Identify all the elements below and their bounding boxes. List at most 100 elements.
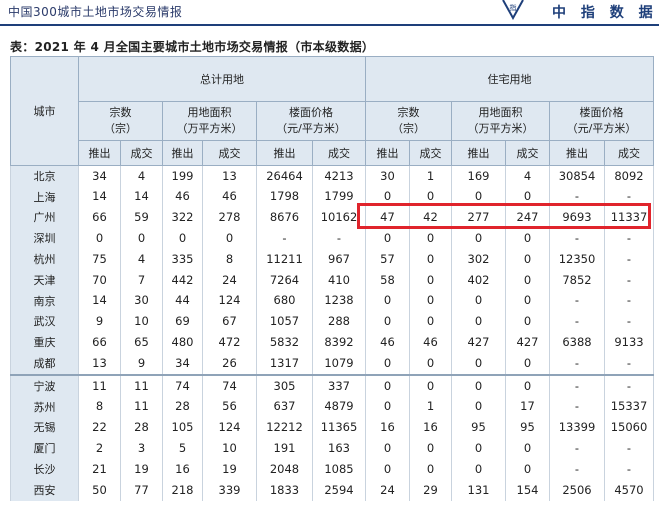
table-cell: - — [549, 228, 605, 250]
table-cell: 4 — [120, 249, 163, 270]
table-row: 宁波 11 11 74 74 305 337 0 0 0 0- - — [10, 373, 654, 397]
table-cell: 24 — [365, 479, 410, 501]
header-area-total: 用地面积 （万平方米） — [162, 101, 257, 141]
city-name: 苏州 — [10, 396, 79, 418]
group-header-residential: 住宅用地 — [365, 56, 654, 102]
table-cell: - — [312, 228, 366, 250]
table-cell: 22 — [78, 417, 121, 439]
city-name: 成都 — [10, 353, 79, 375]
subheader-deal: 成交 — [604, 140, 654, 166]
land-market-table: 城市 总计用地 住宅用地 宗数 （宗） 用地面积 （万平方米） 楼面价格 （元/平方米… — [10, 56, 654, 501]
table-cell: - — [549, 373, 605, 397]
table-cell: 0 — [409, 290, 452, 312]
table-cell: 427 — [451, 332, 506, 354]
table-cell: 74 — [202, 373, 257, 397]
table-cell: 19 — [202, 459, 257, 480]
table-cell: 322 — [162, 207, 203, 229]
city-name: 杭州 — [10, 249, 79, 270]
table-cell: 44 — [162, 290, 203, 312]
table-cell: 13 — [78, 353, 121, 375]
table-cell: 50 — [78, 479, 121, 501]
city-name: 广州 — [10, 207, 79, 229]
table-cell: 1 — [409, 164, 452, 187]
table-cell: 680 — [256, 290, 313, 312]
table-cell: 410 — [312, 269, 366, 291]
header-price-total: 楼面价格 （元/平方米） — [256, 101, 366, 141]
table-cell: 7 — [120, 269, 163, 291]
table-cell: 34 — [162, 353, 203, 375]
table-cell: 0 — [451, 396, 506, 418]
table-cell: 1238 — [312, 290, 366, 312]
table-cell: - — [604, 290, 654, 312]
table-cell: 29 — [409, 479, 452, 501]
table-cell: 17 — [505, 396, 550, 418]
table-cell: 0 — [505, 249, 550, 270]
city-name: 北京 — [10, 164, 79, 187]
table-cell: 0 — [451, 186, 506, 208]
table-cell: 1317 — [256, 353, 313, 375]
header-divider — [0, 24, 659, 26]
table-cell: 11211 — [256, 249, 313, 270]
table-cell: 1085 — [312, 459, 366, 480]
table-cell: - — [549, 396, 605, 418]
table-cell: 47 — [365, 207, 410, 229]
table-cell: - — [549, 438, 605, 460]
table-cell: 0 — [451, 438, 506, 460]
table-cell: 1799 — [312, 186, 366, 208]
table-cell: 30854 — [549, 164, 605, 187]
table-cell: 14 — [78, 186, 121, 208]
subheader-push: 推出 — [549, 140, 605, 166]
table-cell: 0 — [451, 290, 506, 312]
table-cell: 637 — [256, 396, 313, 418]
table-cell: 11 — [120, 373, 163, 397]
table-cell: 472 — [202, 332, 257, 354]
table-row: 深圳 0 0 0 0- -0 0 0 0- - — [10, 228, 654, 250]
table-cell: 0 — [78, 228, 121, 250]
city-name: 宁波 — [10, 373, 79, 397]
city-name: 重庆 — [10, 332, 79, 354]
table-cell: 19 — [120, 459, 163, 480]
table-cell: 11365 — [312, 417, 366, 439]
table-cell: 0 — [505, 269, 550, 291]
table-cell: 0 — [505, 290, 550, 312]
table-cell: 0 — [451, 459, 506, 480]
table-cell: 66 — [78, 332, 121, 354]
city-name: 无锡 — [10, 417, 79, 439]
city-name: 厦门 — [10, 438, 79, 460]
table-cell: 46 — [365, 332, 410, 354]
table-cell: 1798 — [256, 186, 313, 208]
table-row: 西安 50 77 218 339 1833 2594 24 29 131 154 2506 4570 — [10, 479, 654, 501]
table-row: 苏州 8 11 28 56 637 4879 0 1 0 17-15337 — [10, 396, 654, 418]
table-cell: 1833 — [256, 479, 313, 501]
table-row: 成都 13 9 34 26 1317 1079 0 0 0 0- - — [10, 353, 654, 375]
table-cell: 57 — [365, 249, 410, 270]
table-cell: 75 — [78, 249, 121, 270]
table-cell: 4 — [120, 164, 163, 187]
table-row: 无锡 22 28 105 124 12212 11365 16 16 95 95 13399 15060 — [10, 417, 654, 439]
table-cell: 9133 — [604, 332, 654, 354]
table-cell: - — [549, 459, 605, 480]
table-cell: 42 — [409, 207, 452, 229]
table-cell: 0 — [162, 228, 203, 250]
table-cell: 24 — [202, 269, 257, 291]
table-cell: 0 — [365, 353, 410, 375]
table-cell: 163 — [312, 438, 366, 460]
subheader-push: 推出 — [256, 140, 313, 166]
table-cell: 0 — [451, 228, 506, 250]
table-cell: 28 — [162, 396, 203, 418]
table-cell: 124 — [202, 417, 257, 439]
table-cell: 0 — [451, 373, 506, 397]
table-cell: 0 — [409, 186, 452, 208]
table-cell: 7852 — [549, 269, 605, 291]
table-cell: 9 — [78, 311, 121, 333]
table-cell: 0 — [505, 353, 550, 375]
table-cell: 2 — [78, 438, 121, 460]
table-cell: 74 — [162, 373, 203, 397]
table-cell: 191 — [256, 438, 313, 460]
table-cell: 0 — [505, 311, 550, 333]
city-name: 南京 — [10, 290, 79, 312]
table-cell: 0 — [409, 249, 452, 270]
table-cell: 14 — [78, 290, 121, 312]
table-cell: 0 — [365, 290, 410, 312]
subheader-deal: 成交 — [202, 140, 257, 166]
